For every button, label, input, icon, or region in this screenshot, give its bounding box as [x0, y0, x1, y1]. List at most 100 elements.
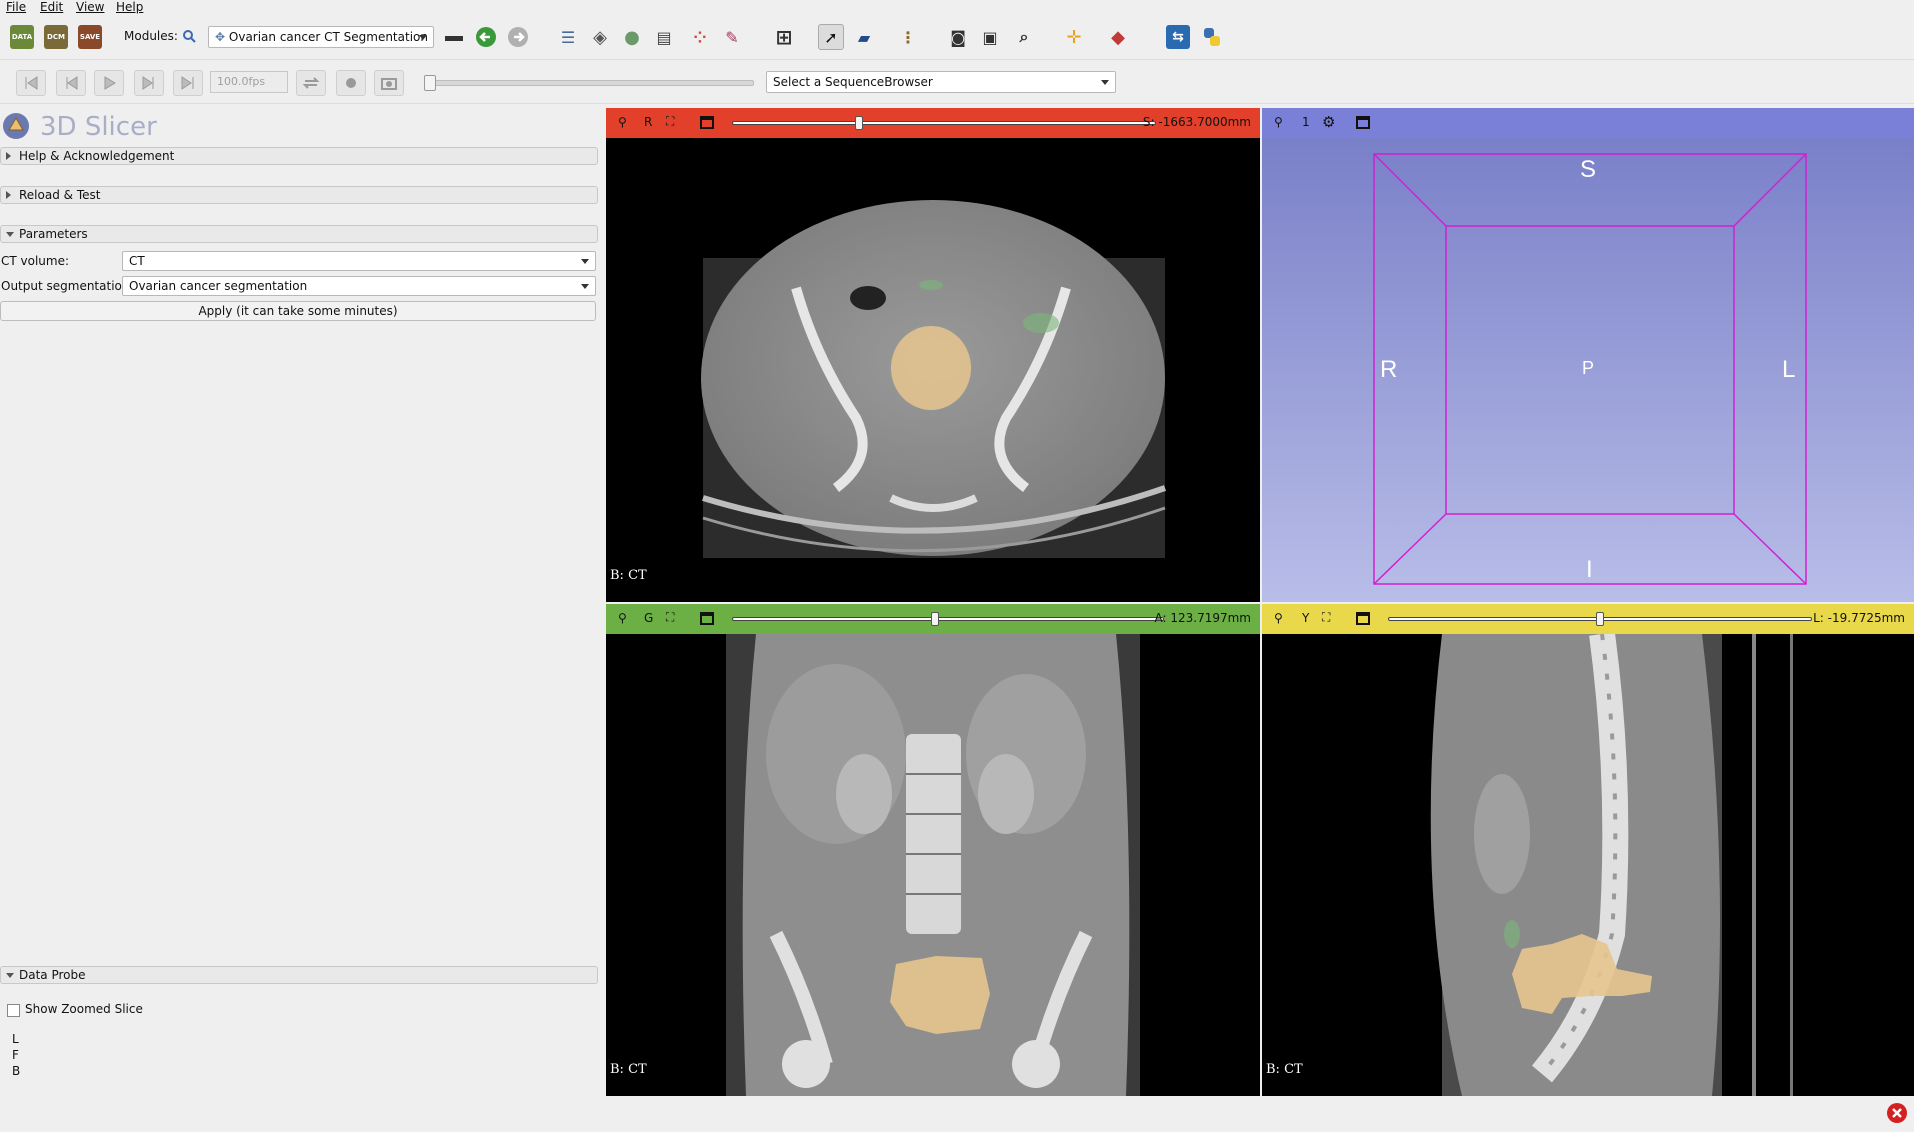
data-probe-section-header[interactable]: Data Probe — [0, 966, 598, 984]
red-slice-view[interactable]: B: CT — [606, 138, 1260, 602]
previous-frame-icon[interactable] — [56, 70, 86, 96]
green-view-label: G — [644, 611, 654, 625]
reload-section-label: Reload & Test — [19, 188, 101, 202]
yellow-offset-slider-handle[interactable] — [1596, 612, 1604, 626]
output-segmentation-label: Output segmentation: — [1, 279, 134, 293]
load-data-button[interactable]: DATA — [10, 25, 34, 49]
fps-value: 100.0fps — [217, 75, 266, 88]
collapsed-arrow-icon — [6, 191, 11, 199]
chevron-down-icon — [581, 259, 589, 264]
forward-arrow-icon[interactable] — [506, 25, 530, 49]
module-selected-label: Ovarian cancer CT Segmentation — [228, 30, 428, 44]
fps-spinbox[interactable]: 100.0fps — [210, 71, 288, 93]
error-log-icon[interactable] — [1886, 1102, 1908, 1124]
sequence-slider[interactable] — [426, 80, 754, 86]
red-offset-slider-handle[interactable] — [855, 116, 864, 130]
first-frame-icon[interactable] — [16, 70, 46, 96]
data-module-icon[interactable]: ☰ — [556, 25, 580, 49]
help-section-header[interactable]: Help & Acknowledgement — [0, 147, 598, 165]
link-icon[interactable]: ⛶ — [666, 114, 674, 129]
markups-module-icon[interactable]: ⁘ — [688, 25, 712, 49]
axial-ct-image — [701, 138, 1166, 558]
pin-icon[interactable]: ⚲ — [618, 611, 627, 625]
window-level-icon[interactable]: ▰ — [852, 25, 876, 49]
crosshair-icon[interactable]: ✛ — [1062, 25, 1086, 49]
green-slice-view[interactable]: B: CT — [606, 634, 1260, 1096]
green-offset-value: A: 123.7197mm — [1154, 611, 1252, 625]
mouse-pointer-icon[interactable]: ➚ — [818, 24, 844, 50]
loop-icon[interactable] — [296, 70, 326, 96]
models-module-icon[interactable]: ● — [620, 25, 644, 49]
save-label: SAVE — [79, 33, 101, 41]
menu-bar: File Edit View Help — [0, 0, 1914, 16]
tumor-segment — [890, 956, 990, 1034]
snapshot-icon[interactable] — [374, 70, 404, 96]
maximize-view-icon[interactable] — [1356, 116, 1370, 129]
layout-icon[interactable]: ⊞ — [772, 25, 796, 49]
orientation-inferior-label: I — [1586, 556, 1593, 583]
pin-icon[interactable]: ⚲ — [1274, 115, 1283, 129]
extensions-manager-icon[interactable]: ⇆ — [1166, 25, 1190, 49]
python-console-icon[interactable] — [1200, 25, 1224, 49]
probe-b-label: B — [12, 1064, 21, 1078]
record-icon[interactable] — [336, 70, 366, 96]
center-view-icon[interactable]: ⚙ — [1322, 113, 1335, 131]
module-selector[interactable]: ✥ Ovarian cancer CT Segmentation — [208, 26, 434, 48]
pin-icon[interactable]: ⚲ — [1274, 611, 1283, 625]
scene-view-icon[interactable]: ▣ — [978, 25, 1002, 49]
play-icon[interactable] — [94, 70, 124, 96]
green-offset-slider[interactable] — [732, 617, 1164, 621]
sequence-browser-selector[interactable]: Select a SequenceBrowser — [766, 71, 1116, 93]
tumor-segment — [891, 326, 971, 410]
save-button[interactable]: SAVE — [78, 25, 102, 49]
chevron-down-icon — [1101, 80, 1109, 85]
place-fiducial-icon[interactable]: ◆ — [1106, 25, 1130, 49]
menu-help[interactable]: Help — [116, 0, 143, 14]
sequence-browser-label: Select a SequenceBrowser — [773, 75, 933, 89]
show-zoomed-slice-checkbox[interactable] — [7, 1004, 20, 1017]
volumes-module-icon[interactable]: ◈ — [588, 25, 612, 49]
reload-section-header[interactable]: Reload & Test — [0, 186, 598, 204]
next-frame-icon[interactable] — [134, 70, 164, 96]
slicer-logo-icon — [2, 112, 30, 140]
maximize-view-icon[interactable] — [1356, 612, 1370, 625]
apply-button[interactable]: Apply (it can take some minutes) — [0, 301, 596, 321]
expanded-arrow-icon — [6, 232, 14, 237]
menu-edit[interactable]: Edit — [40, 0, 63, 14]
screenshot-icon[interactable]: ◙ — [946, 25, 970, 49]
output-segmentation-selector[interactable]: Ovarian cancer segmentation — [122, 276, 596, 296]
orientation-left-label: L — [1782, 356, 1796, 383]
search-icon[interactable] — [182, 29, 196, 43]
sequence-slider-handle[interactable] — [424, 75, 436, 91]
expanded-arrow-icon — [6, 973, 14, 978]
last-frame-icon[interactable] — [173, 70, 203, 96]
link-icon[interactable]: ⛶ — [666, 610, 674, 625]
red-view-controller: ⚲ R ⛶ S: -1663.7000mm — [606, 108, 1260, 138]
ct-volume-label: CT volume: — [1, 254, 70, 268]
back-arrow-icon[interactable] — [474, 25, 498, 49]
yellow-slice-view[interactable]: B: CT — [1262, 634, 1914, 1096]
green-offset-slider-handle[interactable] — [931, 612, 940, 626]
maximize-view-icon[interactable] — [700, 612, 714, 625]
parameters-section-header[interactable]: Parameters — [0, 225, 598, 243]
menu-view[interactable]: View — [76, 0, 104, 14]
crosshair-view-icon[interactable]: ⋮ — [896, 25, 920, 49]
editor-module-icon[interactable]: ✎ — [720, 25, 744, 49]
probe-f-label: F — [12, 1048, 19, 1062]
red-offset-slider[interactable] — [732, 121, 1156, 125]
ct-volume-value: CT — [129, 254, 145, 268]
3d-view[interactable]: S I R L P — [1262, 138, 1914, 602]
3d-view-label: 1 — [1302, 115, 1310, 129]
link-icon[interactable]: ⛶ — [1322, 610, 1330, 625]
orientation-superior-label: S — [1580, 156, 1597, 183]
ct-volume-selector[interactable]: CT — [122, 251, 596, 271]
green-view-caption: B: CT — [610, 1062, 647, 1077]
load-dicom-button[interactable]: DCM — [44, 25, 68, 49]
menu-file[interactable]: File — [6, 0, 26, 14]
module-history-icon[interactable] — [442, 26, 466, 50]
view-mode-icon[interactable]: ⌕ — [1012, 25, 1036, 49]
pin-icon[interactable]: ⚲ — [618, 115, 627, 129]
yellow-view-label: Y — [1302, 611, 1310, 625]
maximize-view-icon[interactable] — [700, 116, 714, 129]
transforms-module-icon[interactable]: ▤ — [652, 25, 676, 49]
